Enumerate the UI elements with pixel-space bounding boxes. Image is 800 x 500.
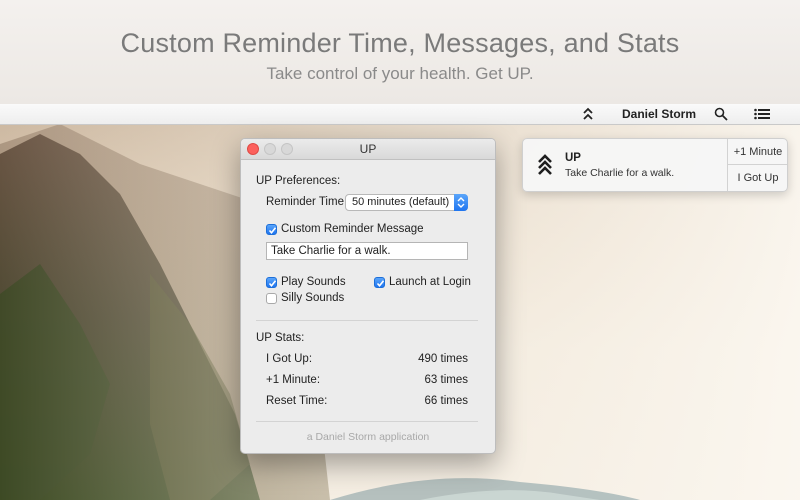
custom-message-checkbox[interactable] bbox=[266, 224, 277, 235]
stat-value: 66 times bbox=[424, 395, 468, 407]
notification-actions: +1 Minute I Got Up bbox=[727, 139, 787, 191]
select-arrows-icon bbox=[454, 194, 468, 211]
menubar-user-name[interactable]: Daniel Storm bbox=[622, 107, 696, 121]
notification-banner[interactable]: UP Take Charlie for a walk. +1 Minute I … bbox=[522, 138, 788, 192]
checkmark-icon bbox=[376, 280, 385, 288]
launch-at-login-checkbox[interactable] bbox=[374, 277, 385, 288]
silly-sounds-checkbox[interactable] bbox=[266, 293, 277, 304]
menu-bar: Daniel Storm bbox=[0, 104, 800, 125]
window-title: UP bbox=[359, 142, 377, 156]
zoom-button[interactable] bbox=[281, 143, 293, 155]
checkmark-icon bbox=[268, 280, 277, 288]
minimize-button[interactable] bbox=[264, 143, 276, 155]
up-app-icon bbox=[538, 154, 552, 175]
promo-header: Custom Reminder Time, Messages, and Stat… bbox=[0, 0, 800, 105]
preferences-window: UP UP Preferences: Reminder Time: 50 min… bbox=[240, 138, 496, 454]
stat-label: +1 Minute: bbox=[266, 374, 321, 386]
stat-label: Reset Time: bbox=[266, 395, 328, 407]
custom-message-label[interactable]: Custom Reminder Message bbox=[281, 223, 424, 235]
promo-title: Custom Reminder Time, Messages, and Stat… bbox=[120, 28, 680, 58]
up-chevrons-icon bbox=[583, 107, 593, 120]
notification-body: Take Charlie for a walk. bbox=[565, 167, 675, 179]
play-sounds-checkbox[interactable] bbox=[266, 277, 277, 288]
window-titlebar[interactable]: UP bbox=[241, 139, 495, 160]
menubar-search[interactable] bbox=[714, 107, 740, 121]
plus-one-minute-button[interactable]: +1 Minute bbox=[728, 139, 787, 165]
play-sounds-label[interactable]: Play Sounds bbox=[281, 276, 346, 288]
list-icon bbox=[754, 108, 770, 120]
promo-subtitle: Take control of your health. Get UP. bbox=[266, 64, 534, 83]
checkmark-icon bbox=[268, 227, 277, 235]
menubar-up-item[interactable] bbox=[582, 107, 608, 121]
search-icon bbox=[714, 107, 728, 121]
menubar-notification-center[interactable] bbox=[754, 108, 786, 120]
reminder-time-label: Reminder Time: bbox=[266, 196, 348, 208]
footer-divider bbox=[256, 421, 478, 422]
custom-message-input[interactable]: Take Charlie for a walk. bbox=[266, 242, 468, 260]
app-credit: a Daniel Storm application bbox=[306, 431, 430, 443]
close-button[interactable] bbox=[247, 143, 259, 155]
reminder-time-value: 50 minutes (default) bbox=[352, 196, 450, 208]
stat-value: 63 times bbox=[424, 374, 468, 386]
section-divider bbox=[256, 320, 478, 321]
stat-value: 490 times bbox=[418, 353, 468, 365]
stat-label: I Got Up: bbox=[266, 353, 313, 365]
reminder-time-select[interactable]: 50 minutes (default) bbox=[345, 194, 468, 211]
stats-heading: UP Stats: bbox=[256, 332, 305, 344]
preferences-heading: UP Preferences: bbox=[256, 175, 341, 187]
i-got-up-button[interactable]: I Got Up bbox=[728, 165, 787, 191]
launch-at-login-label[interactable]: Launch at Login bbox=[389, 276, 471, 288]
silly-sounds-label[interactable]: Silly Sounds bbox=[281, 292, 344, 304]
notification-title: UP bbox=[565, 152, 581, 164]
